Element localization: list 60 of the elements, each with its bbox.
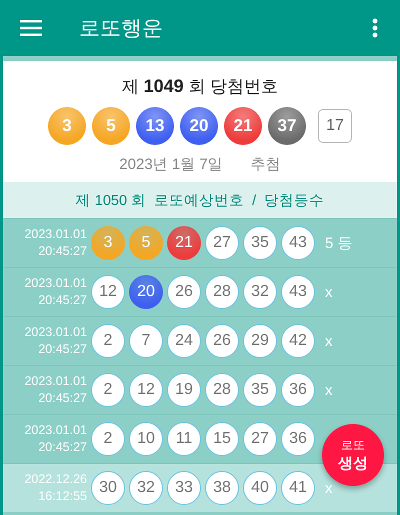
result-text: 5 등 bbox=[325, 234, 353, 252]
number-ball: 20 bbox=[180, 107, 218, 145]
number-ball: 32 bbox=[243, 275, 277, 309]
number-ball: 5 bbox=[92, 107, 130, 145]
number-ball: 43 bbox=[281, 226, 315, 260]
draw-label: 추첨 bbox=[250, 155, 281, 174]
number-ball: 42 bbox=[281, 324, 315, 358]
number-ball: 12 bbox=[91, 275, 125, 309]
number-ball: 3 bbox=[48, 107, 86, 145]
timestamp: 2023.01.01 20:45:27 bbox=[23, 422, 87, 456]
number-ball: 28 bbox=[205, 275, 239, 309]
number-ball: 2 bbox=[91, 422, 125, 456]
number-ball: 27 bbox=[205, 226, 239, 260]
number-ball: 5 bbox=[129, 226, 163, 260]
number-ball: 41 bbox=[281, 471, 315, 505]
number-ball: 36 bbox=[281, 373, 315, 407]
timestamp: 2023.01.01 20:45:27 bbox=[23, 275, 87, 309]
number-ball: 20 bbox=[129, 275, 163, 309]
number-ball: 29 bbox=[243, 324, 277, 358]
number-ball: 3 bbox=[91, 226, 125, 260]
number-ball: 43 bbox=[281, 275, 315, 309]
number-ball: 35 bbox=[243, 226, 277, 260]
number-ball: 12 bbox=[129, 373, 163, 407]
timestamp: 2022.12.26 16:12:55 bbox=[23, 471, 87, 505]
bonus-number: 17 bbox=[318, 109, 352, 143]
app-title: 로또행운 bbox=[79, 16, 163, 42]
number-ball: 35 bbox=[243, 373, 277, 407]
number-ball: 32 bbox=[129, 471, 163, 505]
draw-date: 2023년 1월 7일 bbox=[119, 155, 223, 174]
list-header: 제 1050 회 로또예상번호 / 당첨등수 bbox=[3, 182, 397, 218]
number-ball: 2 bbox=[91, 324, 125, 358]
number-ball: 28 bbox=[205, 373, 239, 407]
timestamp: 2023.01.01 20:45:27 bbox=[23, 373, 87, 407]
draw-title: 제 1049 회 당첨번호 bbox=[122, 75, 278, 98]
number-ball: 26 bbox=[205, 324, 239, 358]
menu-icon[interactable] bbox=[20, 20, 42, 36]
number-ball: 19 bbox=[167, 373, 201, 407]
number-ball: 38 bbox=[205, 471, 239, 505]
more-icon[interactable] bbox=[372, 18, 378, 38]
number-ball: 2 bbox=[91, 373, 125, 407]
timestamp: 2023.01.01 20:45:27 bbox=[23, 226, 87, 260]
result-text: x bbox=[325, 284, 332, 300]
number-ball: 24 bbox=[167, 324, 201, 358]
number-ball: 37 bbox=[268, 107, 306, 145]
number-ball: 13 bbox=[136, 107, 174, 145]
number-ball: 33 bbox=[167, 471, 201, 505]
result-text: x bbox=[325, 332, 332, 350]
number-ball: 15 bbox=[205, 422, 239, 456]
number-ball: 26 bbox=[167, 275, 201, 309]
number-ball: 21 bbox=[167, 226, 201, 260]
number-ball: 27 bbox=[243, 422, 277, 456]
number-ball: 10 bbox=[129, 422, 163, 456]
number-ball: 36 bbox=[281, 422, 315, 456]
number-ball: 40 bbox=[243, 471, 277, 505]
number-ball: 21 bbox=[224, 107, 262, 145]
result-text: x bbox=[325, 382, 332, 398]
number-ball: 30 bbox=[91, 471, 125, 505]
timestamp: 2023.01.01 20:45:27 bbox=[23, 324, 87, 358]
number-ball: 7 bbox=[129, 324, 163, 358]
number-ball: 11 bbox=[167, 422, 201, 456]
